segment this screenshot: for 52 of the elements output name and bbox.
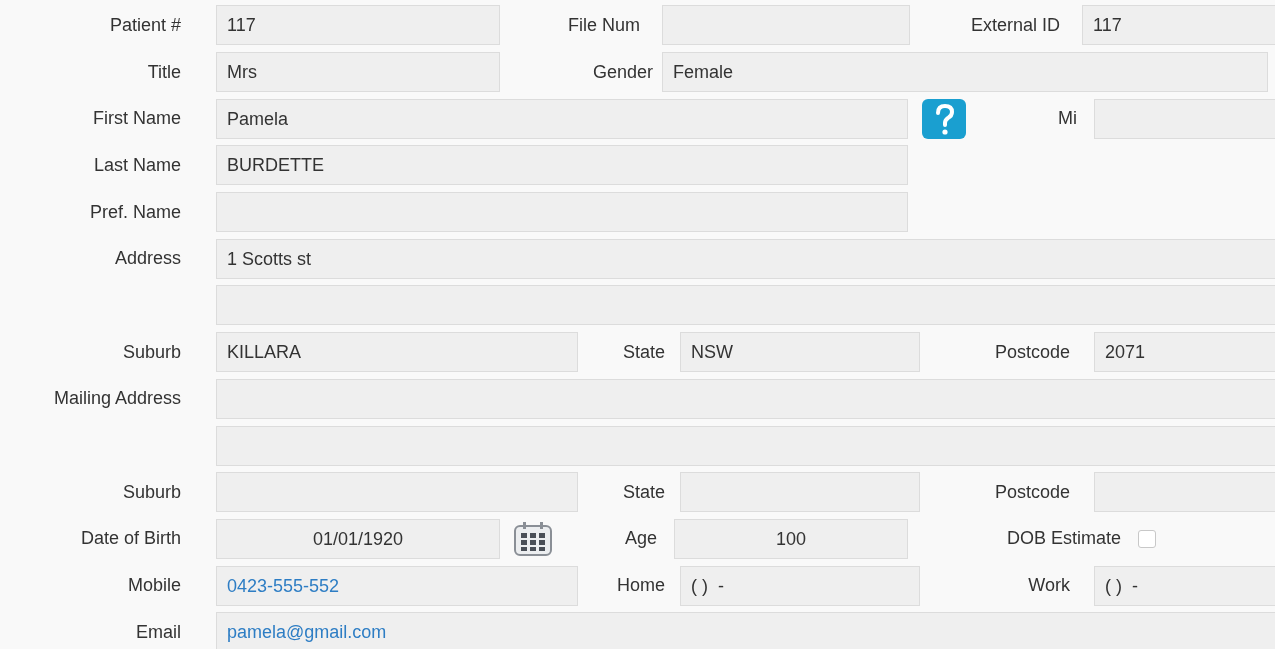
text-field[interactable] xyxy=(216,285,1275,326)
text-field[interactable]: 2071 xyxy=(1094,332,1275,373)
field-label: Patient # xyxy=(108,14,181,36)
field-label: Title xyxy=(146,61,181,83)
field-label: Address xyxy=(113,248,181,270)
field-label: Mailing Address xyxy=(52,388,181,410)
field-label: Date of Birth xyxy=(79,528,181,550)
text-field[interactable] xyxy=(680,472,920,513)
field-label: Email xyxy=(135,621,181,643)
text-field[interactable]: BURDETTE xyxy=(216,145,908,186)
field-label: Age xyxy=(625,528,659,550)
text-field[interactable] xyxy=(216,192,908,233)
text-field[interactable] xyxy=(1094,98,1275,139)
field-label: Suburb xyxy=(121,341,181,363)
field-label: Home xyxy=(616,575,665,597)
field-label: Mobile xyxy=(126,575,181,597)
text-field[interactable]: 0423-555-552 xyxy=(216,565,578,606)
text-field[interactable]: 117 xyxy=(1082,5,1275,46)
text-field[interactable]: NSW xyxy=(680,332,920,373)
field-label: Gender xyxy=(591,61,653,83)
field-label: Mi xyxy=(1057,108,1077,130)
text-field[interactable]: 117 xyxy=(216,5,500,46)
field-label: Suburb xyxy=(121,481,181,503)
text-field[interactable] xyxy=(216,472,578,513)
text-field[interactable] xyxy=(216,378,1275,419)
text-field[interactable] xyxy=(1094,472,1275,513)
field-label: Postcode xyxy=(993,341,1070,363)
text-field[interactable]: ( ) - xyxy=(680,565,920,606)
text-field[interactable] xyxy=(216,425,1275,466)
calendar-icon[interactable] xyxy=(513,520,553,557)
field-label: External ID xyxy=(969,14,1060,36)
checkbox[interactable] xyxy=(1138,529,1156,548)
text-field[interactable] xyxy=(662,5,910,46)
field-label: DOB Estimate xyxy=(1005,528,1121,550)
text-field[interactable]: 1 Scotts st xyxy=(216,238,1275,279)
text-field[interactable]: Mrs xyxy=(216,52,500,93)
text-field[interactable]: pamela@gmail.com xyxy=(216,612,1275,649)
field-label: Work xyxy=(1027,575,1070,597)
field-label: First Name xyxy=(92,108,181,130)
field-label: Postcode xyxy=(993,481,1070,503)
text-field[interactable]: Female xyxy=(662,52,1268,93)
text-field[interactable]: 01/01/1920 xyxy=(216,518,500,559)
text-field[interactable]: ( ) - xyxy=(1094,565,1275,606)
text-field[interactable]: KILLARA xyxy=(216,332,578,373)
text-field[interactable]: 100 xyxy=(674,518,908,559)
text-field[interactable]: Pamela xyxy=(216,98,908,139)
field-label: State xyxy=(621,481,665,503)
field-label: State xyxy=(621,341,665,363)
field-label: File Num xyxy=(567,14,640,36)
field-label: Pref. Name xyxy=(88,201,181,223)
field-label: Last Name xyxy=(92,154,181,176)
help-icon[interactable] xyxy=(922,98,966,139)
